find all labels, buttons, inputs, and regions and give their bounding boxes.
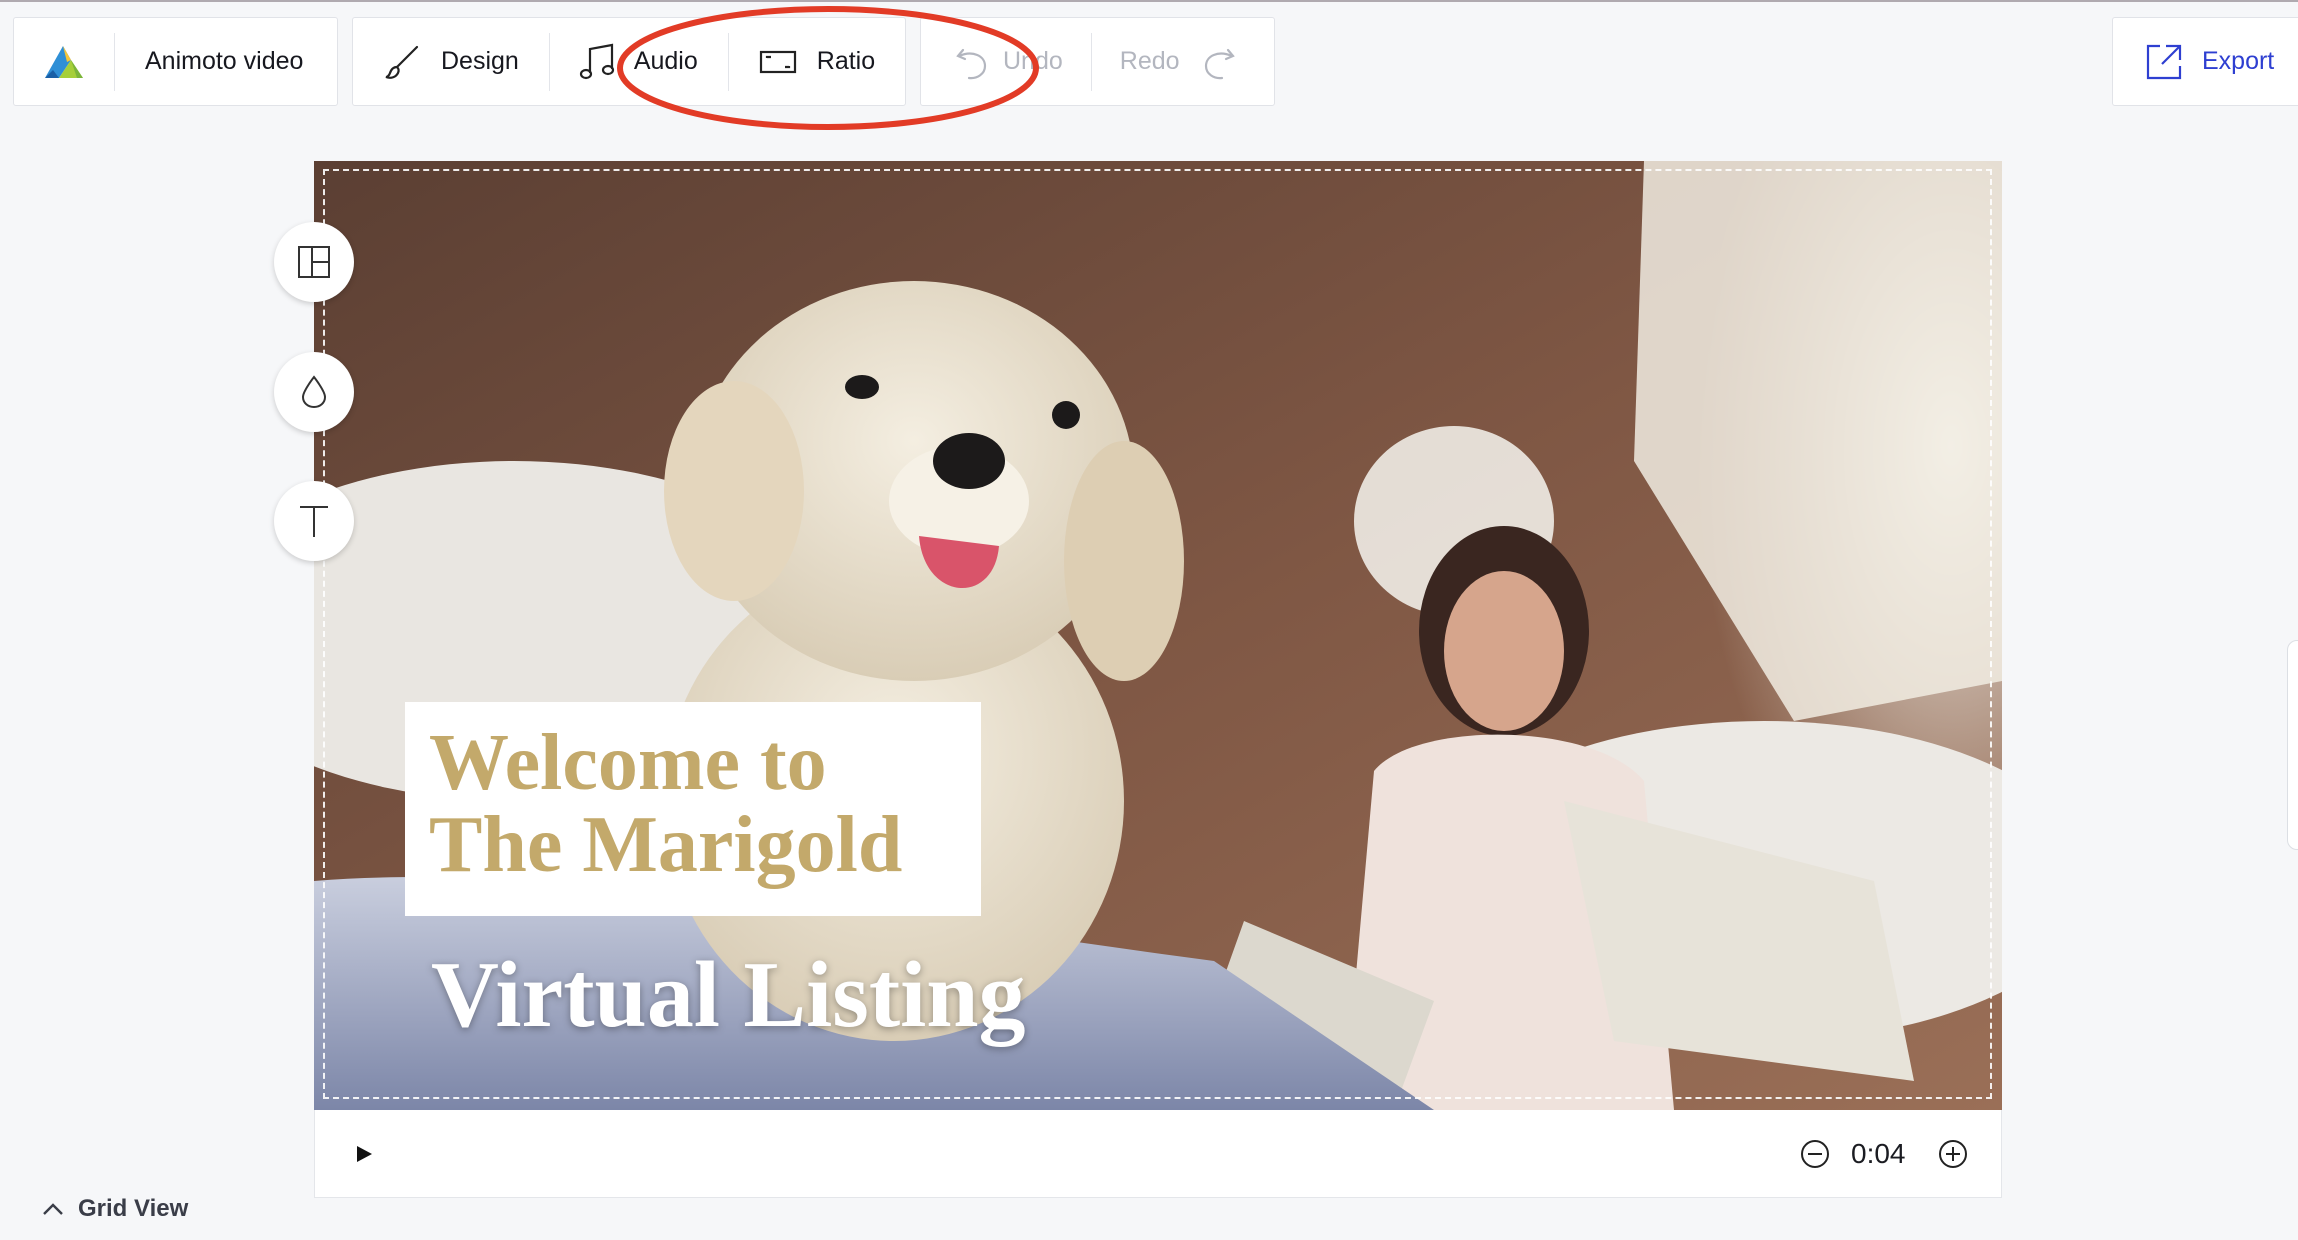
- grid-view-label: Grid View: [78, 1195, 189, 1222]
- subtitle-text[interactable]: Virtual Listing: [431, 941, 1026, 1049]
- plus-circle-icon: [1939, 1140, 1967, 1168]
- play-icon: [357, 1146, 372, 1162]
- design-label: Design: [441, 47, 519, 75]
- export-button[interactable]: Export: [2113, 18, 2274, 105]
- edit-group: Design Audio Ratio: [352, 17, 906, 106]
- audio-button[interactable]: Audio: [550, 18, 728, 105]
- redo-arrow-icon: [1204, 48, 1235, 79]
- animoto-logo-icon[interactable]: [14, 18, 114, 105]
- droplet-icon: [301, 375, 327, 409]
- export-icon: [2146, 44, 2182, 79]
- redo-button[interactable]: Redo: [1092, 18, 1236, 105]
- export-group: Export: [2112, 17, 2298, 106]
- undo-arrow-icon: [956, 48, 987, 79]
- ratio-label: Ratio: [816, 47, 876, 75]
- side-panel-handle[interactable]: [2287, 640, 2298, 850]
- design-button[interactable]: Design: [353, 18, 549, 105]
- ratio-button[interactable]: Ratio: [729, 18, 875, 105]
- chevron-up-icon: [43, 1203, 63, 1215]
- title-text[interactable]: Welcome to The Marigold: [429, 722, 957, 886]
- video-canvas[interactable]: Welcome to The Marigold Virtual Listing: [314, 161, 2002, 1110]
- brush-icon: [385, 45, 419, 79]
- window-top-border: [0, 0, 2298, 2]
- history-group: Undo Redo: [920, 17, 1275, 106]
- zoom-out-button[interactable]: [1799, 1138, 1831, 1170]
- undo-label: Undo: [1003, 47, 1063, 75]
- playback-bar: 0:04: [314, 1110, 2002, 1198]
- minus-circle-icon: [1801, 1140, 1829, 1168]
- text-tool-button[interactable]: [274, 481, 354, 561]
- layout-icon: [298, 246, 330, 278]
- text-icon: [300, 506, 328, 537]
- layout-tool-button[interactable]: [274, 222, 354, 302]
- title-card[interactable]: Welcome to The Marigold: [405, 702, 981, 916]
- audio-label: Audio: [633, 47, 698, 75]
- play-button[interactable]: [349, 1139, 379, 1169]
- project-title[interactable]: Animoto video: [115, 18, 303, 105]
- zoom-in-button[interactable]: [1937, 1138, 1969, 1170]
- redo-label: Redo: [1119, 47, 1180, 75]
- duration-readout: 0:04: [1851, 1138, 1906, 1169]
- undo-button[interactable]: Undo: [921, 18, 1091, 105]
- grid-view-toggle[interactable]: Grid View: [42, 1195, 188, 1223]
- color-tool-button[interactable]: [274, 352, 354, 432]
- brand-group: Animoto video: [13, 17, 338, 106]
- export-label: Export: [2202, 47, 2275, 75]
- aspect-ratio-icon: [759, 50, 796, 73]
- music-note-icon: [579, 43, 614, 79]
